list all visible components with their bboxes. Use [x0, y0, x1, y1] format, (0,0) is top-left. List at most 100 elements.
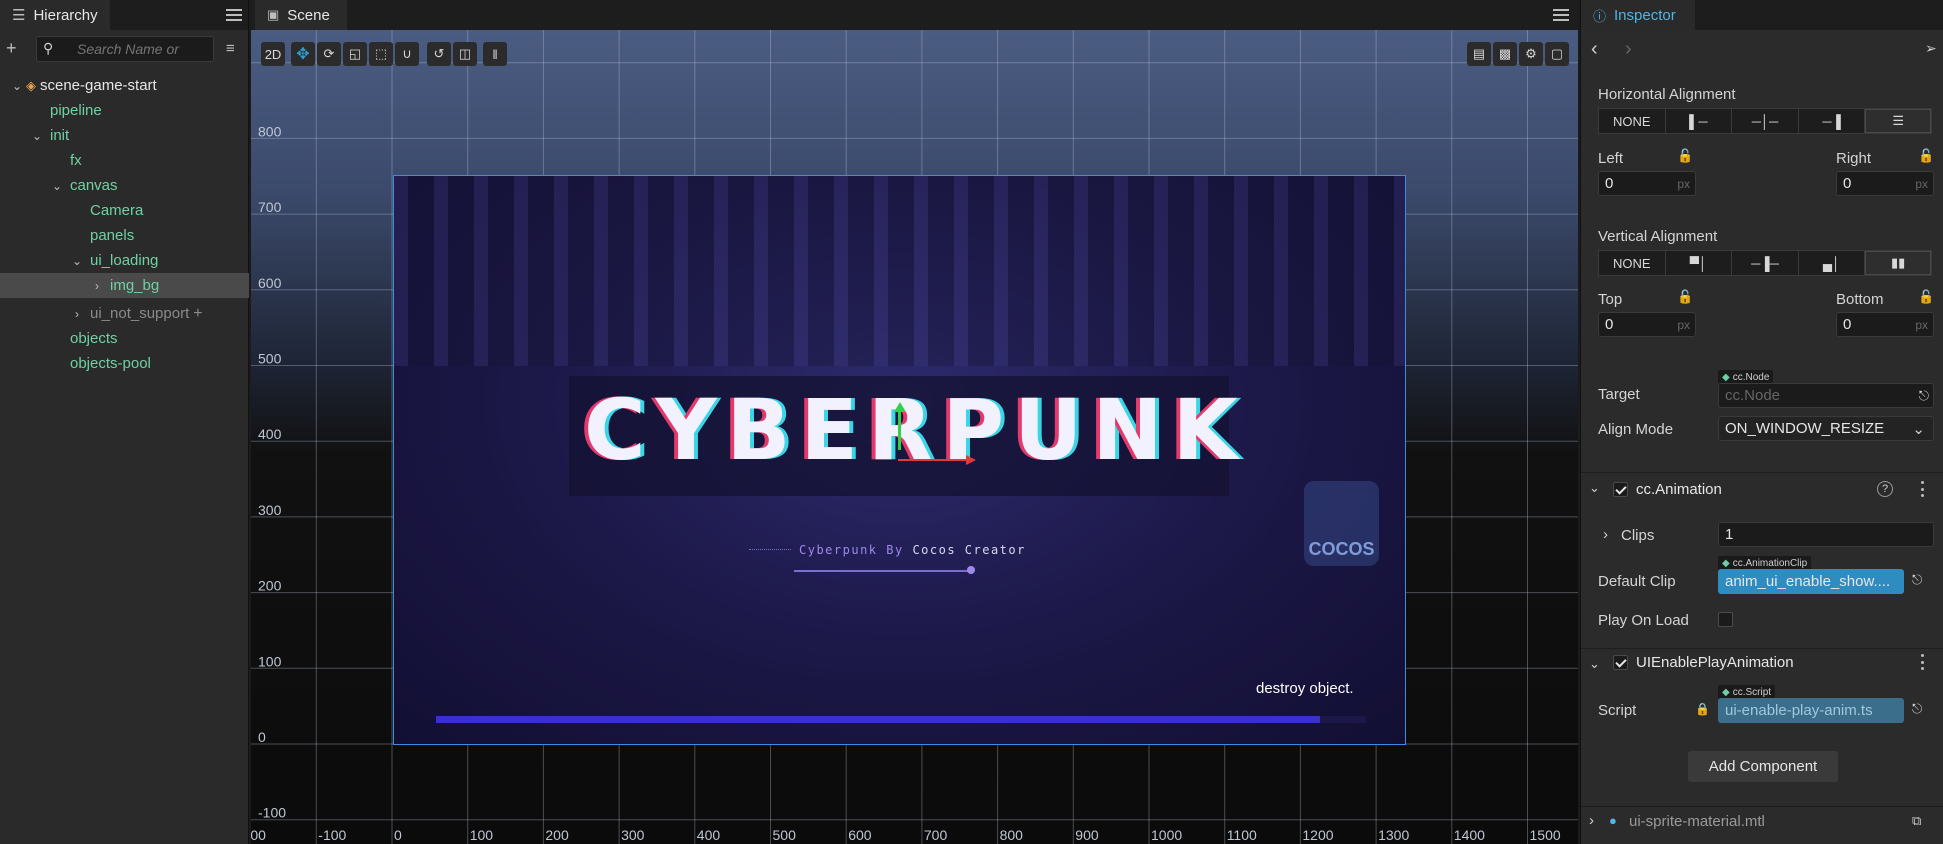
- play-on-load-checkbox[interactable]: [1718, 612, 1733, 627]
- tree-item-panels[interactable]: panels: [0, 223, 249, 248]
- view-layout-icon[interactable]: ▤: [1467, 42, 1491, 66]
- align-vstretch-icon[interactable]: ▮▮: [1865, 251, 1931, 275]
- v-align-segmented: NONE ▀│ ─▐─ ▄│ ▮▮: [1598, 250, 1932, 276]
- gear-icon[interactable]: ⚙: [1519, 42, 1543, 66]
- tree-item-canvas[interactable]: ⌄ canvas: [0, 173, 249, 198]
- local-global-icon[interactable]: ◫: [453, 42, 477, 66]
- tree-item-camera[interactable]: Camera: [0, 198, 249, 223]
- tree-item-objects[interactable]: objects: [0, 326, 249, 351]
- right-field[interactable]: 0 px: [1836, 171, 1934, 196]
- tab-hierarchy[interactable]: ☰ Hierarchy: [0, 0, 110, 30]
- tree-item-label: canvas: [70, 177, 118, 194]
- tree-item-scene[interactable]: ⌄ ◈ scene-game-start: [0, 73, 249, 98]
- align-right-icon[interactable]: ─▐: [1799, 109, 1866, 133]
- tab-scene[interactable]: ▣ Scene: [255, 0, 347, 30]
- forward-icon[interactable]: ›: [1625, 38, 1632, 61]
- more-icon[interactable]: [1919, 654, 1925, 670]
- lock-open-icon[interactable]: 🔓: [1677, 148, 1693, 164]
- tree-item-ui-not-support[interactable]: › ui_not_support +: [0, 301, 249, 326]
- status-text: destroy object.: [1256, 680, 1354, 697]
- align-stretch-icon[interactable]: ☰: [1865, 109, 1931, 133]
- game-canvas[interactable]: CYBERPUNK Cyberpunk By Cocos Creator COC…: [393, 175, 1406, 745]
- chevron-down-icon[interactable]: ⌄: [10, 79, 24, 93]
- game-subtitle: Cyberpunk By Cocos Creator: [799, 543, 1026, 557]
- tab-inspector[interactable]: ⓘ Inspector: [1581, 0, 1695, 30]
- align-bottom-icon[interactable]: ▄│: [1799, 251, 1866, 275]
- chevron-right-icon[interactable]: ›: [70, 307, 84, 321]
- add-node-icon[interactable]: +: [6, 38, 17, 59]
- align-tool-icon[interactable]: ‖: [483, 42, 507, 66]
- align-top-icon[interactable]: ▀│: [1666, 251, 1733, 275]
- y-tick-label: 600: [258, 275, 282, 291]
- gizmo-x-axis[interactable]: [898, 459, 968, 461]
- left-field[interactable]: 0 px: [1598, 171, 1696, 196]
- lock-open-icon[interactable]: 🔓: [1918, 148, 1934, 164]
- add-component-button[interactable]: Add Component: [1688, 751, 1838, 782]
- pick-icon[interactable]: ⎋: [1912, 572, 1922, 588]
- chevron-down-icon[interactable]: ⌄: [1589, 656, 1600, 672]
- target-field[interactable]: cc.Node ⎋: [1718, 383, 1934, 408]
- align-left-icon[interactable]: ▌─: [1666, 109, 1733, 133]
- pick-icon[interactable]: ⎋: [1912, 701, 1922, 717]
- chevron-down-icon[interactable]: ⌄: [30, 129, 44, 143]
- subtitle-dot: [967, 566, 975, 574]
- x-tick-label: 1300: [1378, 827, 1409, 843]
- tree-item-fx[interactable]: fx: [0, 148, 249, 173]
- gizmo-y-axis[interactable]: [898, 410, 901, 450]
- 2d-mode-button[interactable]: 2D: [261, 42, 285, 66]
- snap-tool-icon[interactable]: ∪: [395, 42, 419, 66]
- chevron-down-icon[interactable]: ⌄: [50, 179, 64, 193]
- chevron-right-icon[interactable]: ›: [1589, 812, 1594, 829]
- animation-enabled-checkbox[interactable]: [1613, 482, 1628, 497]
- align-center-icon[interactable]: ─│─: [1732, 109, 1799, 133]
- hierarchy-search-input[interactable]: [77, 40, 207, 58]
- chevron-right-icon[interactable]: ›: [1603, 526, 1608, 543]
- tree-item-objects-pool[interactable]: objects-pool: [0, 351, 249, 376]
- ui-anim-enabled-checkbox[interactable]: [1613, 655, 1628, 670]
- top-field[interactable]: 0 px: [1598, 312, 1696, 337]
- tree-item-init[interactable]: ⌄ init: [0, 123, 249, 148]
- x-tick-label: -100: [318, 827, 346, 843]
- h-align-none-button[interactable]: NONE: [1599, 109, 1666, 133]
- lock-open-icon[interactable]: 🔓: [1918, 289, 1934, 305]
- add-child-icon[interactable]: +: [193, 305, 202, 323]
- collapse-tree-icon[interactable]: ≡: [226, 40, 235, 57]
- script-field[interactable]: ui-enable-play-anim.ts: [1718, 698, 1904, 723]
- preview-icon[interactable]: ▢: [1545, 42, 1569, 66]
- tree-item-img-bg[interactable]: › img_bg: [0, 273, 249, 298]
- tree-item-label: fx: [70, 152, 82, 169]
- ui-anim-component-title: UIEnablePlayAnimation: [1636, 654, 1794, 671]
- lock-open-icon[interactable]: 🔓: [1677, 289, 1693, 305]
- move-tool-icon[interactable]: ✥: [291, 42, 315, 66]
- align-mode-select[interactable]: ON_WINDOW_RESIZE ⌄: [1718, 416, 1934, 441]
- x-tick-label: 500: [773, 827, 797, 843]
- tree-item-pipeline[interactable]: pipeline: [0, 98, 249, 123]
- bottom-value: 0: [1843, 316, 1852, 333]
- clips-field[interactable]: 1: [1718, 522, 1934, 547]
- pin-icon[interactable]: ➢: [1925, 40, 1937, 57]
- align-middle-icon[interactable]: ─▐─: [1732, 251, 1799, 275]
- chevron-right-icon[interactable]: ›: [90, 279, 104, 293]
- copy-icon[interactable]: ⧉: [1912, 813, 1921, 829]
- chevron-down-icon[interactable]: ⌄: [70, 254, 84, 268]
- bottom-field[interactable]: 0 px: [1836, 312, 1934, 337]
- hierarchy-search[interactable]: ⚲: [36, 36, 214, 62]
- scene-viewport[interactable]: 8007006005004003002001000-100200-1000100…: [251, 30, 1578, 844]
- pivot-tool-icon[interactable]: ↺: [427, 42, 451, 66]
- scene-menu-icon[interactable]: [1552, 6, 1570, 24]
- back-icon[interactable]: ‹: [1591, 38, 1598, 61]
- tree-item-ui-loading[interactable]: ⌄ ui_loading: [0, 248, 249, 273]
- scene-tabbar: ▣ Scene: [251, 0, 1578, 30]
- rotate-tool-icon[interactable]: ⟳: [317, 42, 341, 66]
- scale-tool-icon[interactable]: ◱: [343, 42, 367, 66]
- tree-item-label: panels: [90, 227, 135, 244]
- camera-icon[interactable]: ▩: [1493, 42, 1517, 66]
- rect-tool-icon[interactable]: ⬚: [369, 42, 393, 66]
- more-icon[interactable]: [1919, 481, 1925, 497]
- v-align-none-button[interactable]: NONE: [1599, 251, 1666, 275]
- hierarchy-menu-icon[interactable]: [225, 6, 243, 24]
- pick-icon[interactable]: ⎋: [1919, 388, 1929, 404]
- chevron-down-icon[interactable]: ⌄: [1589, 480, 1600, 496]
- help-icon[interactable]: ?: [1877, 481, 1893, 497]
- default-clip-field[interactable]: anim_ui_enable_show....: [1718, 569, 1904, 594]
